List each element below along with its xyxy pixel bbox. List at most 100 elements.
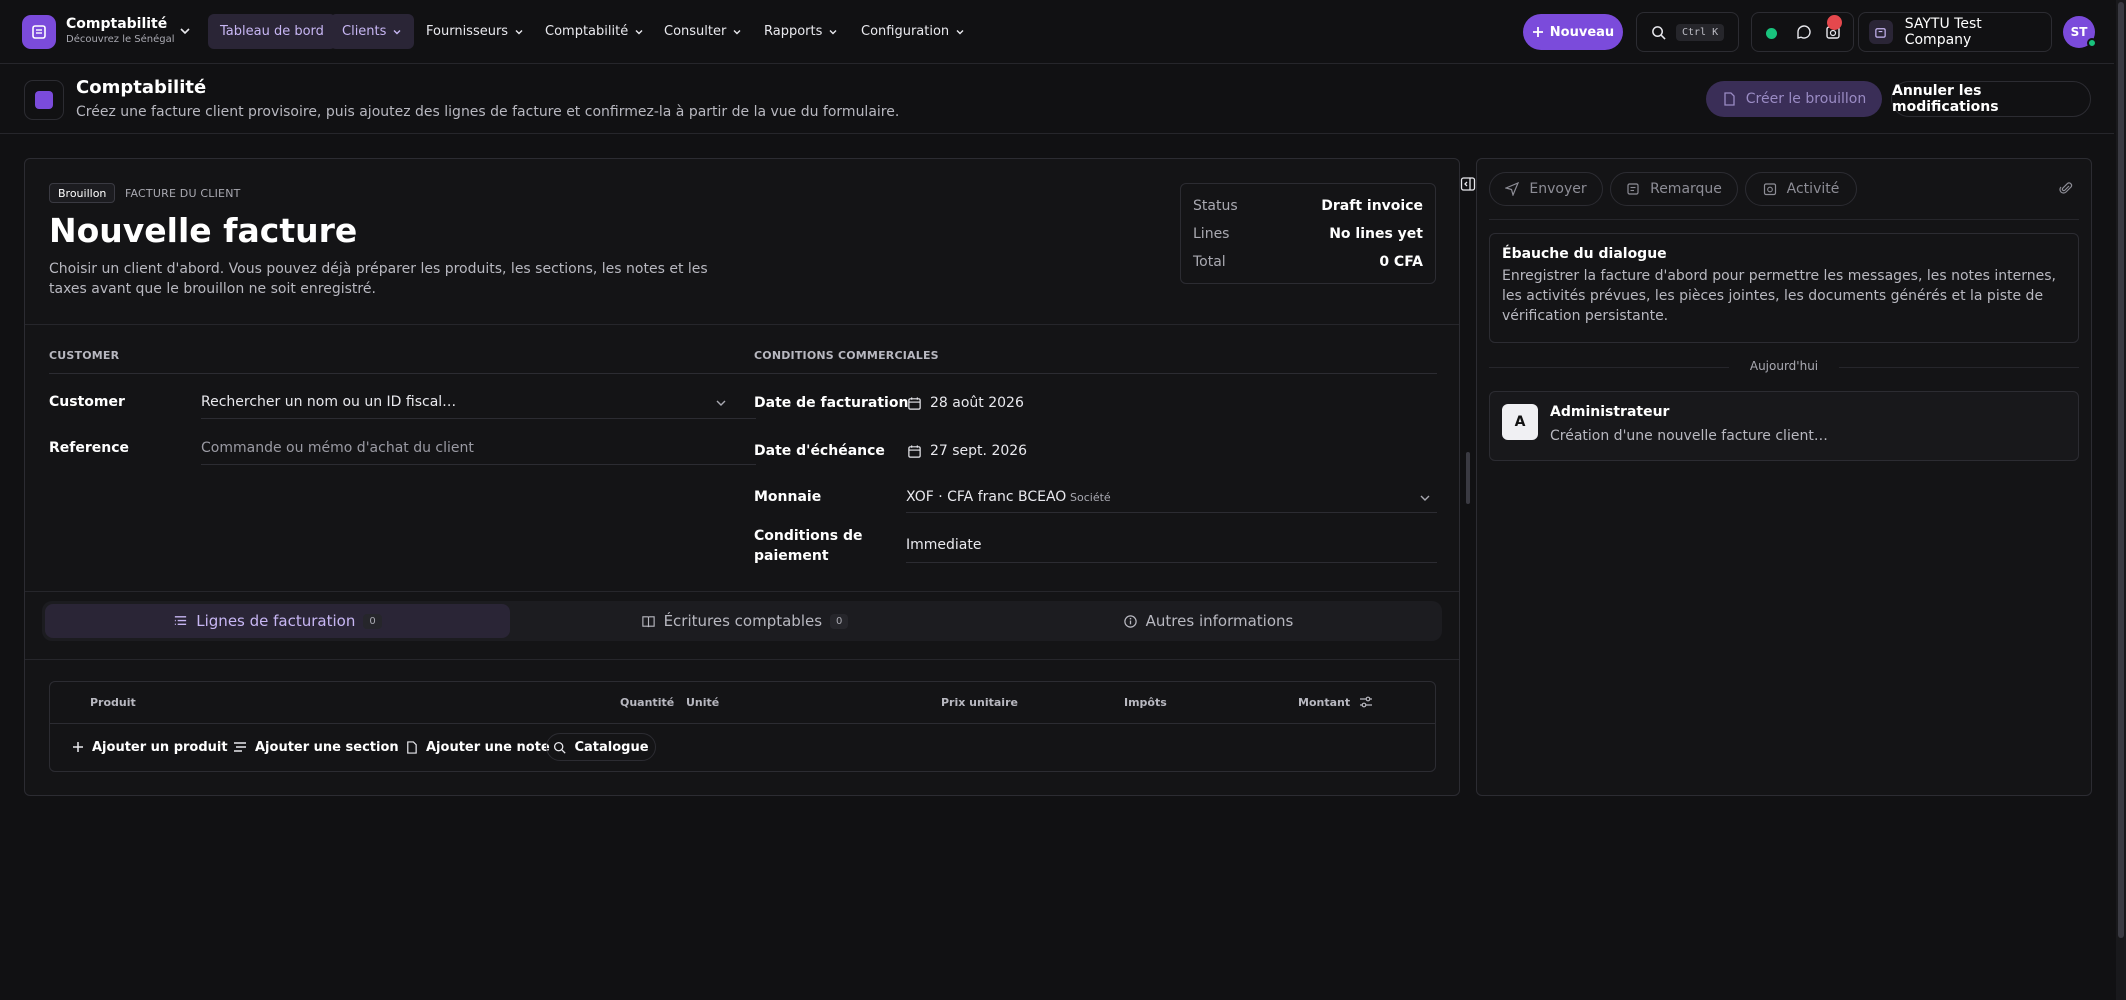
send-icon	[1505, 182, 1520, 196]
company-name: SAYTU Test Company	[1904, 16, 1982, 48]
create-draft-label: Créer le brouillon	[1745, 91, 1867, 107]
nav-item-clients[interactable]: Clients	[330, 14, 415, 49]
page-scrollbar-thumb[interactable]	[2118, 2, 2124, 938]
list-icon	[175, 615, 187, 625]
column-header-amount: Montant	[1298, 696, 1351, 709]
divider	[201, 464, 756, 465]
chevron-down-icon	[829, 29, 837, 34]
add-section-label: Ajouter une section	[255, 739, 399, 755]
create-draft-button[interactable]: Créer le brouillon	[1706, 81, 1882, 117]
search-shortcut: Ctrl K	[1676, 23, 1725, 41]
paperclip-icon[interactable]	[2059, 181, 2073, 195]
chevron-down-icon[interactable]	[1419, 492, 1431, 504]
chatter-tab-send[interactable]: Envoyer	[1489, 172, 1603, 206]
chevron-down-icon	[956, 29, 964, 34]
customer-select[interactable]: Rechercher un nom ou un ID fiscal…	[201, 394, 456, 410]
chevron-down-icon[interactable]	[715, 397, 727, 409]
nav-item-label: Consulter	[664, 24, 727, 39]
column-header-unit: Unité	[686, 696, 720, 709]
divider	[906, 562, 1437, 563]
invoice-date-field[interactable]: 28 août 2026	[930, 395, 1024, 411]
chatter-tab-note[interactable]: Remarque	[1610, 172, 1738, 206]
app-switcher-chevron-icon[interactable]	[178, 24, 192, 38]
due-date-field[interactable]: 27 sept. 2026	[930, 443, 1027, 459]
add-note-button[interactable]: Ajouter une note	[405, 733, 550, 761]
note-icon	[1627, 183, 1639, 195]
chevron-down-icon	[635, 29, 643, 34]
nav-item-label: Rapports	[764, 24, 823, 39]
summary-lines-label: Lines	[1193, 226, 1230, 242]
currency-source-tag: Société	[1070, 491, 1111, 504]
chevron-down-icon	[733, 29, 741, 34]
panel-resize-handle[interactable]	[1466, 452, 1470, 504]
divider	[1839, 367, 2079, 368]
tab-journal-entries[interactable]: Écritures comptables 0	[512, 604, 977, 638]
divider	[49, 373, 756, 374]
tab-label: Lignes de facturation	[196, 612, 356, 630]
tab-count: 0	[830, 613, 849, 629]
customer-section-title: CUSTOMER	[49, 349, 120, 362]
activity-message: Création d'une nouvelle facture client…	[1550, 428, 1828, 444]
chevron-down-icon	[393, 29, 401, 34]
user-online-indicator	[2087, 38, 2097, 48]
nav-item-configuration[interactable]: Configuration	[849, 14, 977, 49]
page-subtitle: Créez une facture client provisoire, pui…	[76, 104, 900, 120]
reference-input[interactable]: Commande ou mémo d'achat du client	[201, 440, 474, 456]
activity-author: Administrateur	[1550, 404, 1670, 420]
nav-item-reports[interactable]: Rapports	[752, 14, 850, 49]
column-header-quantity: Quantité	[620, 696, 675, 709]
app-logo[interactable]	[22, 15, 56, 49]
search-icon	[1652, 25, 1666, 40]
nav-item-suppliers[interactable]: Fournisseurs	[414, 14, 536, 49]
chatter-tab-activity[interactable]: Activité	[1745, 172, 1857, 206]
company-switcher[interactable]: SAYTU Test Company	[1858, 12, 2052, 52]
tab-other-info[interactable]: Autres informations	[977, 604, 1439, 638]
company-icon	[1869, 20, 1893, 44]
invoice-title: Nouvelle facture	[49, 211, 358, 250]
new-button[interactable]: Nouveau	[1523, 14, 1623, 50]
catalog-button[interactable]: Catalogue	[546, 733, 656, 761]
draft-dialog-notice: Ébauche du dialogue Enregistrer la factu…	[1489, 233, 2079, 343]
top-navbar: Comptabilité Découvrez le Sénégal Tablea…	[0, 0, 2114, 64]
add-section-button[interactable]: Ajouter une section	[233, 733, 399, 761]
summary-status-value: Draft invoice	[1321, 198, 1423, 214]
column-settings-icon[interactable]	[1359, 695, 1373, 709]
notification-badge	[1827, 15, 1842, 30]
global-search-button[interactable]: Ctrl K	[1636, 12, 1739, 52]
nav-item-accounting[interactable]: Comptabilité	[533, 14, 656, 49]
calendar-icon	[908, 445, 921, 458]
invoice-lines-table: Produit Quantité Unité Prix unitaire Imp…	[49, 681, 1436, 772]
summary-total-value: 0 CFA	[1379, 254, 1423, 270]
chat-bubble-icon[interactable]	[1796, 24, 1812, 40]
due-date-label: Date d'échéance	[754, 443, 885, 459]
currency-select[interactable]: XOF · CFA franc BCEAO	[906, 489, 1066, 505]
divider	[201, 418, 756, 419]
page-title: Comptabilité	[76, 77, 207, 98]
payment-terms-label: Conditions de paiement	[754, 528, 863, 564]
invoice-form: Brouillon FACTURE DU CLIENT Nouvelle fac…	[24, 158, 1460, 796]
status-badge: Brouillon	[49, 183, 116, 203]
tab-label: Autres informations	[1145, 612, 1294, 630]
chatter-tab-label: Activité	[1786, 181, 1840, 197]
divider	[906, 512, 1437, 513]
invoice-tabs: Lignes de facturation 0 Écritures compta…	[42, 601, 1442, 641]
add-product-button[interactable]: Ajouter un produit	[72, 733, 228, 761]
nav-item-consult[interactable]: Consulter	[652, 14, 754, 49]
module-icon	[24, 80, 64, 120]
catalog-label: Catalogue	[574, 739, 649, 755]
payment-terms-field[interactable]: Immediate	[906, 537, 981, 553]
add-note-label: Ajouter une note	[426, 739, 550, 755]
app-grid-icon	[32, 25, 46, 39]
column-header-product: Produit	[90, 696, 136, 709]
chatter-panel: Envoyer Remarque Activité Ébauche du dia…	[1476, 158, 2092, 796]
draft-dialog-title: Ébauche du dialogue	[1502, 246, 1667, 262]
search-icon	[554, 741, 567, 754]
date-separator: Aujourd'hui	[1749, 359, 1819, 373]
collapse-panel-icon[interactable]	[1460, 176, 1476, 192]
nav-item-dashboard[interactable]: Tableau de bord	[208, 14, 336, 49]
discard-changes-button[interactable]: Annuler les modifications	[1891, 81, 2091, 117]
book-icon	[641, 615, 655, 627]
page-header: Comptabilité Créez une facture client pr…	[0, 64, 2114, 134]
tab-invoice-lines[interactable]: Lignes de facturation 0	[45, 604, 510, 638]
summary-total-label: Total	[1193, 254, 1226, 270]
